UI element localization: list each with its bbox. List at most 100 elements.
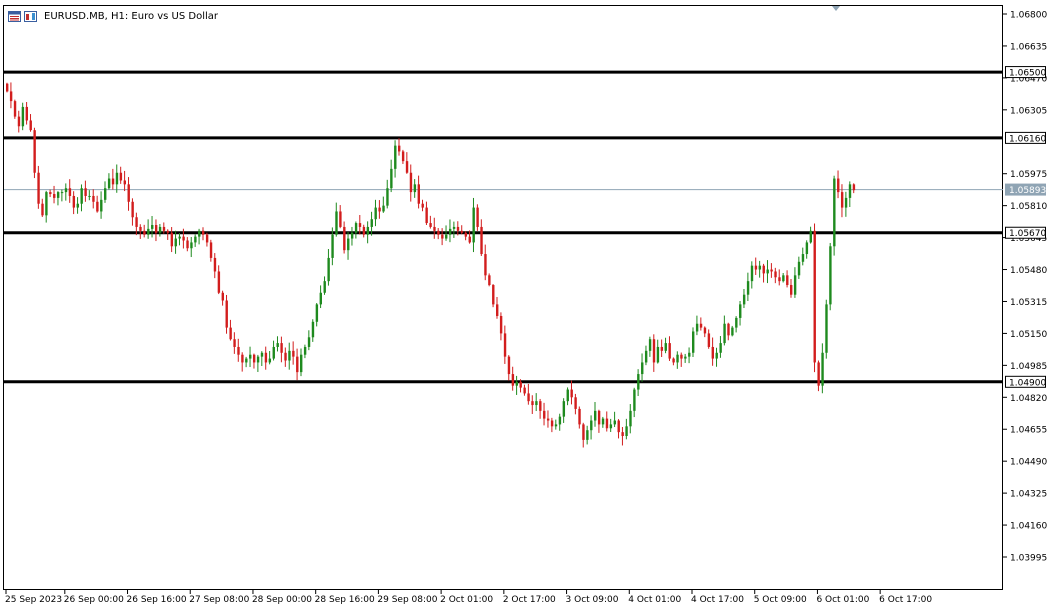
candle	[833, 175, 836, 256]
candle	[80, 184, 83, 212]
candle-body	[72, 195, 76, 208]
candle-body	[170, 232, 174, 247]
candle-body	[511, 374, 515, 386]
candle-body	[401, 151, 405, 162]
candle	[652, 334, 656, 372]
candle	[790, 278, 793, 298]
candle	[76, 197, 79, 214]
candle-body	[9, 91, 13, 102]
candle	[68, 179, 72, 203]
candle	[821, 343, 824, 394]
candle-body	[692, 331, 695, 353]
candle	[711, 337, 714, 366]
candle	[143, 224, 146, 238]
candle	[221, 290, 224, 306]
candle-body	[245, 358, 248, 363]
levels-layer	[4, 70, 1003, 384]
candle	[441, 228, 444, 246]
candle	[731, 325, 734, 337]
candle-body	[739, 304, 742, 318]
candle	[237, 338, 240, 362]
chart-window[interactable]: EURUSD.MB, H1: Euro vs US Dollar 1.06800…	[0, 0, 1057, 608]
candle-body	[241, 354, 244, 363]
candle	[249, 346, 252, 368]
candle	[770, 263, 773, 278]
candle-body	[488, 275, 491, 286]
candle-body	[84, 188, 87, 196]
candle-body	[813, 230, 816, 363]
candle-body	[829, 246, 832, 305]
candle	[746, 272, 750, 302]
candle	[629, 404, 632, 434]
candle-body	[21, 106, 25, 127]
candle	[660, 339, 664, 357]
price-tick-label: 1.04655	[1010, 426, 1047, 436]
candle-body	[115, 172, 119, 185]
candle	[644, 345, 648, 366]
price-tick-label: 1.05480	[1010, 266, 1047, 276]
candle-body	[186, 240, 189, 249]
candle-body	[300, 354, 303, 373]
candle-body	[515, 381, 518, 386]
candle-body	[840, 192, 844, 208]
candle-body	[468, 236, 471, 243]
candle	[778, 269, 781, 286]
chart-shift-marker[interactable]	[832, 6, 840, 11]
price-chart[interactable]: 1.068001.066351.064701.063051.059751.058…	[0, 0, 1057, 608]
candle-body	[629, 410, 632, 427]
candle-body	[742, 294, 746, 305]
price-tick-label: 1.04490	[1010, 458, 1047, 468]
candle-body	[217, 271, 221, 293]
price-tick-label: 1.05315	[1010, 298, 1047, 308]
candle	[676, 351, 679, 369]
candle	[523, 384, 526, 396]
candle-body	[256, 356, 260, 363]
candle-body	[60, 192, 64, 194]
candle	[688, 347, 691, 364]
candle	[49, 189, 52, 198]
candle	[104, 181, 107, 203]
price-tick-label: 1.06305	[1010, 106, 1047, 116]
candle	[272, 340, 275, 361]
candle-body	[750, 265, 754, 282]
candle	[190, 236, 193, 258]
candle	[680, 352, 683, 367]
candle	[613, 411, 616, 428]
candle	[621, 427, 624, 446]
candle-body	[162, 226, 166, 231]
candle-body	[597, 410, 601, 425]
candle	[41, 198, 44, 217]
candle	[292, 341, 295, 365]
candle-body	[672, 358, 675, 363]
candle-body	[550, 420, 554, 427]
candle-body	[582, 424, 585, 440]
candle-body	[797, 261, 801, 276]
candle-body	[727, 323, 730, 336]
level-price-label: 1.05670	[1005, 226, 1046, 239]
candle-body	[405, 161, 409, 173]
candle	[766, 260, 769, 284]
candle-body	[143, 230, 146, 235]
candle	[503, 325, 507, 364]
candle-body	[417, 184, 420, 204]
candle-body	[715, 352, 718, 359]
candle	[829, 242, 832, 311]
candle	[335, 202, 338, 237]
candle-body	[429, 223, 432, 227]
candle-body	[668, 343, 671, 359]
candle	[617, 419, 620, 439]
candle	[354, 221, 358, 239]
candle	[837, 170, 840, 199]
candle-body	[213, 257, 217, 272]
candle	[692, 327, 695, 357]
candle	[707, 329, 711, 349]
candle	[264, 346, 268, 370]
candle-body	[174, 238, 177, 247]
candle-body	[539, 401, 542, 411]
candle-body	[413, 184, 417, 193]
candle-body	[793, 275, 797, 295]
candle	[637, 369, 640, 397]
level-price-label-text: 1.06500	[1009, 69, 1046, 79]
candle	[194, 234, 197, 247]
candle-body	[370, 219, 373, 227]
